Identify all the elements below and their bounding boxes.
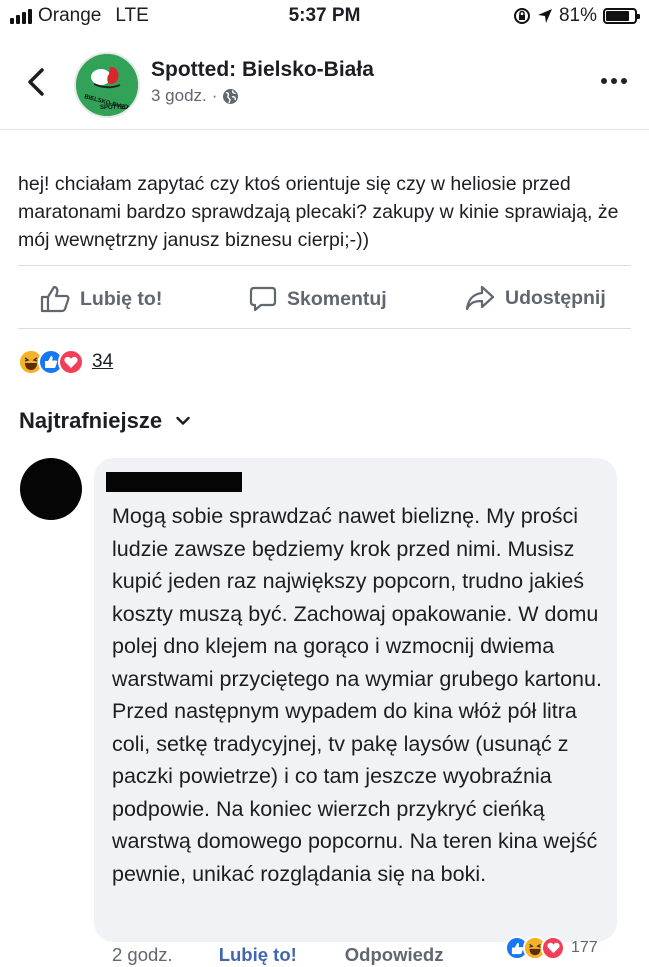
share-button[interactable]: Udostępnij: [465, 285, 606, 311]
comment-text: Mogą sobie sprawdzać nawet bieliznę. My …: [112, 504, 602, 886]
post-text: hej! chciałam zapytać czy ktoś orientuje…: [18, 173, 619, 251]
comment-reaction-count: 177: [571, 939, 598, 956]
globe-icon: [223, 88, 239, 104]
page-avatar[interactable]: BIELSKO-BIAŁA SPOTTED: [74, 52, 140, 118]
location-arrow-icon: [537, 9, 552, 23]
battery-percent: 81%: [558, 5, 597, 26]
share-arrow-icon: [465, 285, 495, 311]
page-name[interactable]: Spotted: Bielsko-Biała: [151, 58, 374, 82]
thumbs-up-icon: [40, 285, 70, 313]
like-button[interactable]: Lubię to!: [40, 285, 162, 313]
comment-label: Skomentuj: [287, 287, 387, 310]
commenter-avatar[interactable]: [20, 458, 82, 520]
comment-reply-button[interactable]: Odpowiedz: [345, 944, 444, 966]
more-options-icon[interactable]: [601, 78, 627, 84]
post-meta: 3 godz. ·: [151, 86, 239, 106]
reaction-count[interactable]: 34: [92, 351, 113, 373]
love-icon: [541, 936, 565, 960]
page-logo-icon: BIELSKO-BIAŁA SPOTTED: [76, 54, 138, 116]
post-time[interactable]: 3 godz.: [151, 86, 207, 106]
post-header: BIELSKO-BIAŁA SPOTTED Spotted: Bielsko-B…: [0, 40, 649, 128]
status-right: 81%: [513, 5, 640, 27]
back-chevron-icon[interactable]: [22, 64, 52, 100]
sort-label: Najtrafniejsze: [19, 408, 163, 433]
comment-button[interactable]: Skomentuj: [249, 285, 387, 313]
like-label: Lubię to!: [80, 287, 163, 310]
reactions-summary[interactable]: 34: [18, 349, 113, 375]
comment-reactions[interactable]: 177: [505, 936, 598, 960]
action-bar: Lubię to! Skomentuj Udostępnij: [18, 265, 631, 329]
love-icon: [58, 349, 84, 375]
comment-bubble-icon: [249, 286, 277, 312]
redacted-commenter-name: [106, 472, 242, 492]
meta-separator: ·: [211, 86, 218, 105]
chevron-down-icon: [176, 416, 190, 425]
share-label: Udostępnij: [505, 286, 606, 309]
comment-time: 2 godz.: [112, 944, 173, 965]
comment-like-button[interactable]: Lubię to!: [219, 944, 297, 966]
orientation-lock-icon: [513, 8, 530, 24]
status-bar: Orange LTE 5:37 PM 81%: [0, 0, 649, 34]
comment-sort-selector[interactable]: Najtrafniejsze: [19, 408, 190, 434]
svg-text:SPOTTED: SPOTTED: [100, 105, 129, 111]
comment-footer: 2 godz. Lubię to! Odpowiedz: [112, 944, 443, 966]
battery-fill: [606, 11, 629, 21]
header-divider: [0, 129, 649, 130]
battery-icon: [603, 8, 640, 24]
